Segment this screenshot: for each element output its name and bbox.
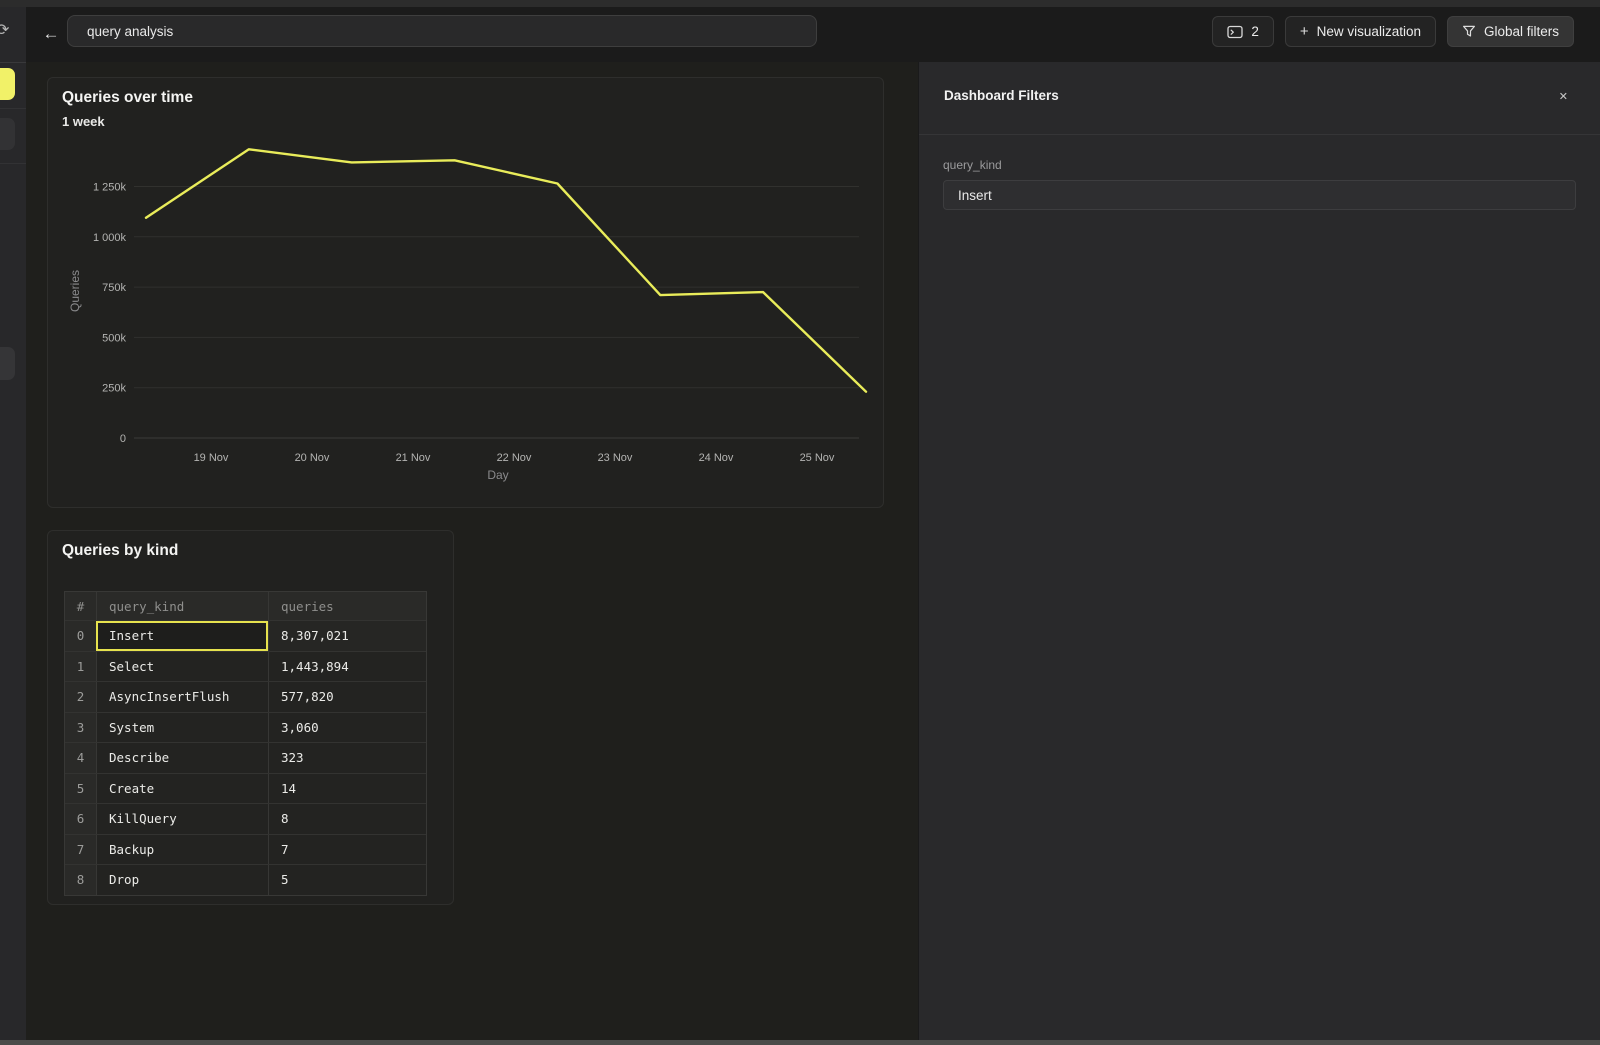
dashboard-title-input[interactable]: [67, 15, 817, 47]
y-tick-label: 750k: [102, 282, 126, 294]
y-tick-label: 1 250k: [93, 182, 127, 194]
x-tick-label: 21 Nov: [396, 452, 431, 464]
y-tick-label: 250k: [102, 383, 126, 395]
plus-icon: +: [1300, 24, 1309, 39]
x-tick-label: 24 Nov: [699, 452, 734, 464]
new-visualization-label: New visualization: [1317, 24, 1421, 39]
queries-count-cell[interactable]: 8: [268, 804, 426, 834]
x-tick-label: 22 Nov: [497, 452, 532, 464]
row-index-cell: 4: [65, 743, 96, 773]
query-kind-cell[interactable]: System: [96, 713, 268, 743]
rail-item[interactable]: [0, 347, 15, 380]
queries-count-cell[interactable]: 323: [268, 743, 426, 773]
global-filters-label: Global filters: [1484, 24, 1559, 39]
panel-title: Dashboard Filters: [944, 88, 1059, 103]
query-kind-cell[interactable]: Describe: [96, 743, 268, 773]
topbar-actions: 2 + New visualization Global filters: [1212, 16, 1574, 47]
funnel-icon: [1462, 25, 1476, 38]
back-arrow-icon[interactable]: ←: [38, 19, 64, 49]
table-row: 5Create14: [65, 773, 426, 804]
refresh-icon[interactable]: ⟳: [0, 20, 9, 40]
table-row: 6KillQuery8: [65, 803, 426, 834]
filter-field-label: query_kind: [943, 158, 1576, 172]
row-index-cell: 0: [65, 621, 96, 651]
table-row: 4Describe323: [65, 742, 426, 773]
row-index-cell: 1: [65, 652, 96, 682]
table-row: 3System3,060: [65, 712, 426, 743]
row-index-cell: 5: [65, 774, 96, 804]
queries-count-cell[interactable]: 577,820: [268, 682, 426, 712]
queries-over-time-card: Queries over time 1 week 0 250k 500k 750k 1 …: [47, 77, 884, 508]
row-index-cell: 3: [65, 713, 96, 743]
queries-count-cell[interactable]: 7: [268, 835, 426, 865]
queries-by-kind-card: Queries by kind #query_kindqueries0Inser…: [47, 530, 454, 905]
dashboard-filters-panel: Dashboard Filters ✕ query_kind: [918, 62, 1600, 1045]
tab-count: 2: [1251, 24, 1259, 39]
column-header-query_kind[interactable]: query_kind: [96, 592, 268, 620]
table-row: 2AsyncInsertFlush577,820: [65, 681, 426, 712]
queries-count-cell[interactable]: 5: [268, 865, 426, 895]
column-header-index[interactable]: #: [65, 592, 96, 620]
queries-count-cell[interactable]: 8,307,021: [268, 621, 426, 651]
y-tick-label: 500k: [102, 332, 126, 344]
panel-header: Dashboard Filters ✕: [919, 62, 1600, 135]
row-index-cell: 6: [65, 804, 96, 834]
row-index-cell: 7: [65, 835, 96, 865]
x-tick-label: 25 Nov: [800, 452, 835, 464]
rail-divider: [0, 108, 26, 109]
top-bar: ← 2 + New visualization Global filters: [26, 7, 1600, 63]
row-index-cell: 8: [65, 865, 96, 895]
dashboard-canvas: Queries over time 1 week 0 250k 500k 750k 1 …: [26, 62, 918, 1045]
filter-field: query_kind: [919, 158, 1600, 210]
query-kind-cell[interactable]: AsyncInsertFlush: [96, 682, 268, 712]
table-title: Queries by kind: [62, 542, 178, 560]
y-tick-label: 0: [120, 433, 126, 445]
left-rail: ⟳: [0, 7, 27, 1045]
queries-line-series: [146, 149, 866, 391]
new-visualization-button[interactable]: + New visualization: [1285, 16, 1436, 47]
queries-by-kind-table: #query_kindqueries0Insert8,307,0211Selec…: [64, 591, 427, 896]
table-header-row: #query_kindqueries: [65, 592, 426, 620]
y-tick-label: 1 000k: [93, 232, 127, 244]
chart-subtitle: 1 week: [62, 114, 105, 129]
console-icon: [1227, 25, 1243, 39]
bottom-edge: [0, 1040, 1600, 1045]
rail-item[interactable]: [0, 118, 15, 150]
x-tick-label: 19 Nov: [194, 452, 229, 464]
y-axis-title: Queries: [68, 270, 82, 312]
table-row: 7Backup7: [65, 834, 426, 865]
table-row: 1Select1,443,894: [65, 651, 426, 682]
rail-header: ⟳: [0, 7, 26, 63]
queries-over-time-chart[interactable]: 0 250k 500k 750k 1 000k 1 250k 19 Nov 20 Nov 21 …: [61, 136, 876, 488]
query-kind-cell[interactable]: Backup: [96, 835, 268, 865]
table-row: 0Insert8,307,021: [65, 620, 426, 651]
rail-item-active[interactable]: [0, 68, 15, 100]
query-kind-cell[interactable]: Insert: [96, 621, 268, 651]
query-kind-cell[interactable]: KillQuery: [96, 804, 268, 834]
queries-count-cell[interactable]: 1,443,894: [268, 652, 426, 682]
query-kind-cell[interactable]: Select: [96, 652, 268, 682]
x-axis-title: Day: [487, 468, 508, 482]
query-kind-cell[interactable]: Drop: [96, 865, 268, 895]
table-row: 8Drop5: [65, 864, 426, 895]
rail-divider: [0, 163, 26, 164]
close-icon[interactable]: ✕: [1555, 86, 1572, 107]
sql-console-tabs-button[interactable]: 2: [1212, 16, 1274, 47]
query-kind-filter-input[interactable]: [943, 180, 1576, 210]
chart-title: Queries over time: [62, 89, 193, 107]
query-kind-cell[interactable]: Create: [96, 774, 268, 804]
queries-count-cell[interactable]: 3,060: [268, 713, 426, 743]
x-tick-label: 20 Nov: [295, 452, 330, 464]
column-header-queries[interactable]: queries: [268, 592, 426, 620]
row-index-cell: 2: [65, 682, 96, 712]
global-filters-button[interactable]: Global filters: [1447, 16, 1574, 47]
x-tick-label: 23 Nov: [598, 452, 633, 464]
queries-count-cell[interactable]: 14: [268, 774, 426, 804]
